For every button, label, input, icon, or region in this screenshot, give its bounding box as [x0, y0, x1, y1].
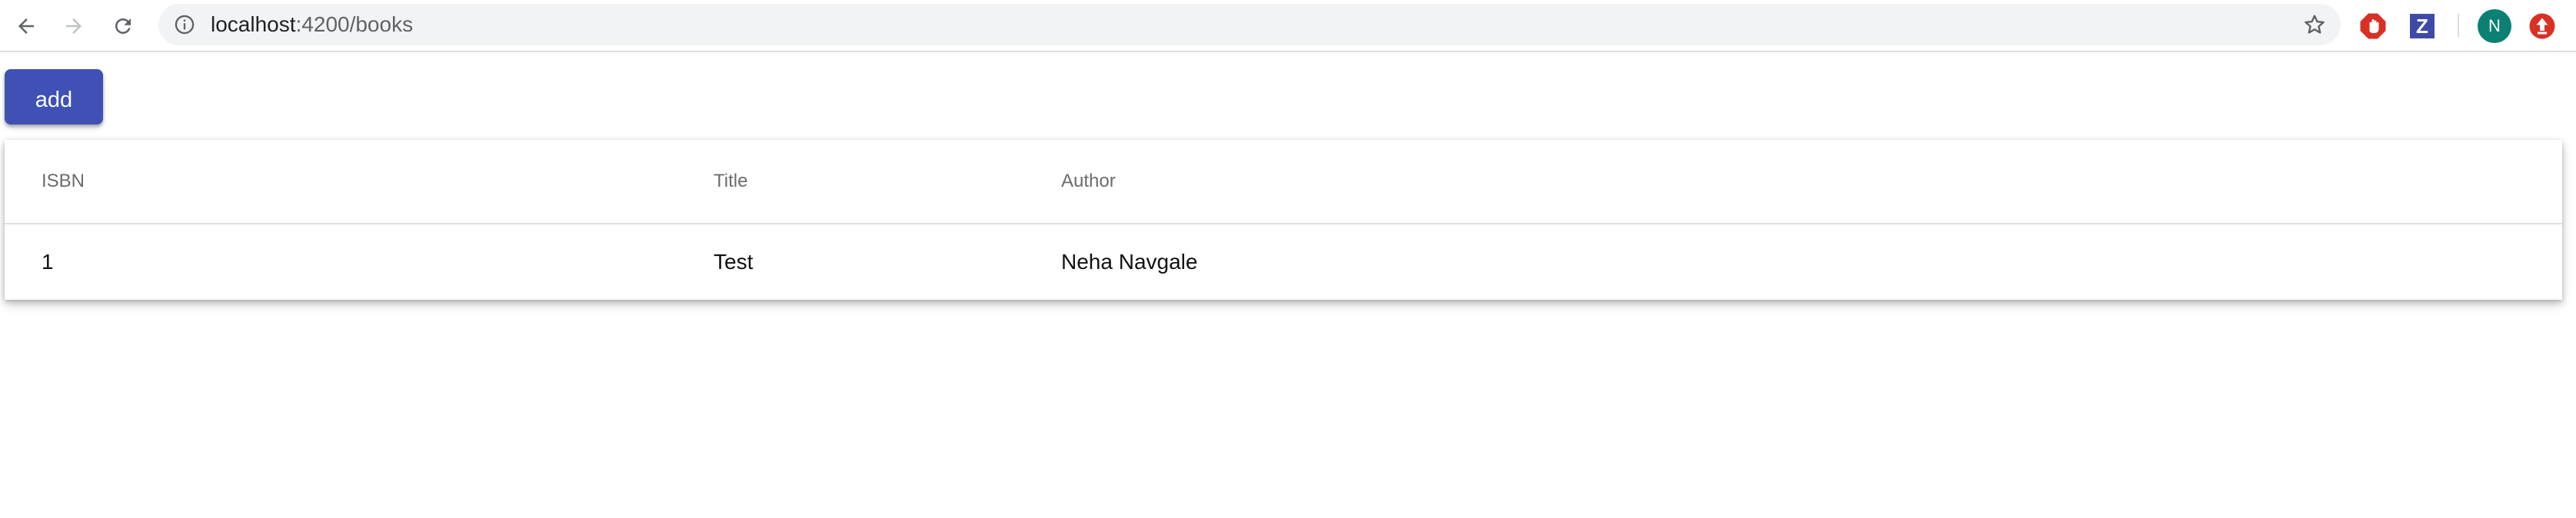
address-bar[interactable]: localhost:4200/books: [158, 4, 2341, 45]
extension-stop-button[interactable]: [2358, 11, 2388, 42]
extension-z-button[interactable]: Z: [2407, 11, 2438, 42]
toolbar-separator: [2458, 14, 2459, 37]
url-host: localhost: [211, 12, 296, 36]
table-header-row: ISBN Title Author: [5, 140, 2562, 224]
red-upload-icon: [2529, 13, 2555, 39]
arrow-right-icon: [66, 18, 82, 34]
add-button[interactable]: add: [5, 69, 103, 125]
url-text[interactable]: localhost:4200/books: [211, 4, 413, 45]
extension-upload-button[interactable]: [2527, 11, 2558, 42]
cell-author: Neha Navgale: [1061, 250, 1198, 274]
table-row[interactable]: 1 Test Neha Navgale: [5, 224, 2562, 300]
url-path: :4200/books: [295, 12, 414, 36]
profile-avatar[interactable]: N: [2478, 9, 2511, 43]
info-icon[interactable]: [174, 14, 195, 35]
reload-button[interactable]: [106, 9, 140, 43]
header-isbn: ISBN: [42, 171, 85, 191]
star-icon[interactable]: [2302, 12, 2327, 37]
arrow-left-icon: [18, 18, 34, 34]
cell-isbn: 1: [42, 250, 54, 274]
header-title: Title: [714, 171, 748, 191]
z-icon: Z: [2410, 14, 2435, 38]
header-author: Author: [1061, 171, 1116, 191]
red-hand-stop-icon: [2360, 13, 2386, 39]
browser-toolbar: localhost:4200/books Z N: [0, 0, 2576, 52]
books-table: ISBN Title Author 1 Test Neha Navgale: [5, 140, 2562, 300]
back-button[interactable]: [9, 9, 43, 43]
reload-icon: [115, 18, 131, 34]
forward-button[interactable]: [57, 9, 91, 43]
cell-title: Test: [714, 250, 754, 274]
